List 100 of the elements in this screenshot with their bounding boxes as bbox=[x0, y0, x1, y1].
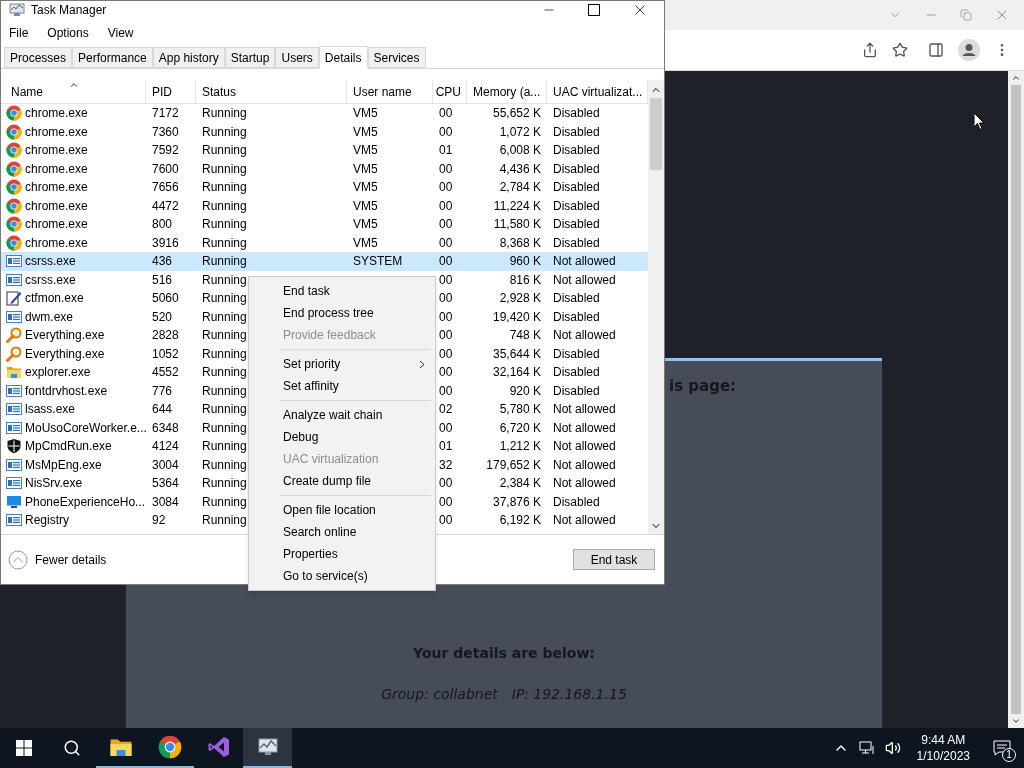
column-header[interactable]: Name bbox=[11, 82, 43, 101]
cpu-cell: 00 bbox=[439, 494, 453, 509]
memory-cell-text: 4,436 K bbox=[499, 160, 541, 178]
end-task-button[interactable]: End task bbox=[573, 549, 655, 570]
scroll-down-icon[interactable] bbox=[1011, 716, 1021, 726]
infinity-icon bbox=[206, 735, 231, 759]
star-icon[interactable] bbox=[892, 42, 908, 58]
uac-cell: Not allowed bbox=[553, 402, 616, 417]
menu-item[interactable]: Debug bbox=[249, 426, 435, 448]
chrome-icon bbox=[6, 234, 22, 251]
group-text: Group: collabnet bbox=[381, 684, 498, 704]
memory-cell-text: 960 K bbox=[509, 253, 541, 271]
column-header[interactable]: Memory (a... bbox=[473, 82, 541, 101]
fewer-details-link[interactable]: Fewer details bbox=[35, 550, 107, 569]
chrome-icon bbox=[6, 197, 22, 214]
status-cell: Running bbox=[202, 346, 247, 361]
status-cell: Running bbox=[202, 161, 247, 176]
cpu-cell: 00 bbox=[439, 272, 453, 287]
user-cell: VM5 bbox=[353, 217, 378, 232]
tab[interactable]: App history bbox=[152, 47, 225, 68]
menu-item[interactable]: Open file location bbox=[249, 499, 435, 521]
uac-cell: Disabled bbox=[553, 309, 600, 324]
tab[interactable]: Performance bbox=[72, 47, 153, 68]
uac-cell: Disabled bbox=[553, 161, 600, 176]
memory-cell-text: 2,384 K bbox=[499, 475, 541, 493]
user-cell: SYSTEM bbox=[353, 254, 403, 269]
cpu-cell: 00 bbox=[439, 420, 453, 435]
taskbar-app[interactable] bbox=[243, 728, 292, 768]
tab[interactable]: Details bbox=[318, 46, 368, 69]
column-header[interactable]: UAC virtualizat... bbox=[553, 82, 643, 101]
cpu-cell: 00 bbox=[439, 198, 453, 213]
scroll-up-icon[interactable] bbox=[1011, 73, 1021, 83]
process-name: NisSrv.exe bbox=[25, 475, 83, 493]
menu-item[interactable]: Search online bbox=[249, 521, 435, 543]
pid-cell: 7600 bbox=[152, 161, 179, 176]
column-header[interactable]: Status bbox=[202, 82, 237, 101]
pid-cell: 7592 bbox=[152, 143, 179, 158]
status-cell: Running bbox=[202, 309, 247, 324]
process-name: chrome.exe bbox=[25, 234, 88, 252]
volume-icon[interactable] bbox=[884, 740, 901, 756]
share-icon[interactable] bbox=[862, 42, 878, 58]
column-header[interactable]: User name bbox=[353, 82, 412, 101]
windows-logo-icon[interactable] bbox=[16, 740, 32, 756]
menu-item[interactable]: Options bbox=[47, 23, 89, 42]
pid-cell: 7656 bbox=[152, 180, 179, 195]
cpu-cell: 00 bbox=[439, 106, 453, 121]
pid-cell: 6348 bbox=[152, 420, 179, 435]
clock[interactable]: 9:44 AM 1/10/2023 bbox=[910, 732, 976, 764]
menu-item[interactable]: File bbox=[9, 23, 29, 42]
maximize-icon[interactable] bbox=[588, 4, 600, 16]
memory-cell-text: 11,224 K bbox=[493, 197, 541, 215]
menu-item[interactable]: End task bbox=[249, 280, 435, 302]
menu-item[interactable]: View bbox=[107, 23, 134, 42]
user-cell: VM5 bbox=[353, 161, 378, 176]
side-panel-icon[interactable] bbox=[928, 42, 944, 58]
scroll-thumb[interactable] bbox=[650, 98, 662, 170]
page-scrollbar[interactable] bbox=[1008, 71, 1024, 728]
uac-cell: Disabled bbox=[553, 235, 600, 250]
status-cell: Running bbox=[202, 217, 247, 232]
tab[interactable]: Services bbox=[367, 47, 426, 68]
menu-item[interactable]: Analyze wait chain bbox=[249, 404, 435, 426]
menu-item[interactable]: End process tree bbox=[249, 302, 435, 324]
tab[interactable]: Processes bbox=[4, 47, 73, 68]
cpu-cell: 01 bbox=[439, 143, 453, 158]
profile-icon[interactable] bbox=[958, 39, 980, 61]
status-cell: Running bbox=[202, 291, 247, 306]
process-name: explorer.exe bbox=[25, 364, 91, 382]
uac-cell: Not allowed bbox=[553, 272, 616, 287]
tab[interactable]: Startup bbox=[224, 47, 276, 68]
scroll-thumb[interactable] bbox=[1011, 85, 1021, 714]
search-icon[interactable] bbox=[63, 739, 81, 757]
scrollbar[interactable] bbox=[648, 80, 664, 534]
uac-cell: Disabled bbox=[553, 143, 600, 158]
status-cell: Running bbox=[202, 328, 247, 343]
process-name: chrome.exe bbox=[25, 216, 88, 234]
process-name: Everything.exe bbox=[25, 345, 105, 363]
menu-item[interactable]: Set affinity bbox=[249, 375, 435, 397]
chrome-icon bbox=[6, 123, 22, 140]
pid-cell: 436 bbox=[152, 254, 173, 269]
cpu-cell: 00 bbox=[439, 309, 453, 324]
process-name: csrss.exe bbox=[25, 271, 76, 289]
tab[interactable]: Users bbox=[275, 47, 319, 68]
column-header[interactable]: PID bbox=[152, 82, 172, 101]
monitor-chart-icon bbox=[9, 3, 25, 17]
process-row[interactable]: csrss.exe 436 Running SYSTEM 00 960 K Not allowed bbox=[1, 252, 648, 271]
memory-cell-text: 11,580 K bbox=[493, 216, 541, 234]
menu-item[interactable]: Go to service(s) bbox=[249, 565, 435, 587]
column-header[interactable]: CPU bbox=[435, 82, 461, 101]
menu-item[interactable]: Set priority bbox=[249, 353, 435, 375]
cpu-cell: 00 bbox=[439, 513, 453, 528]
status-cell: Running bbox=[202, 143, 247, 158]
pid-cell: 7360 bbox=[152, 124, 179, 139]
cpu-cell: 00 bbox=[439, 346, 453, 361]
status-cell: Running bbox=[202, 124, 247, 139]
notification-icon[interactable] bbox=[993, 740, 1011, 756]
network-icon[interactable] bbox=[858, 740, 875, 756]
card-heading: is page: bbox=[669, 377, 737, 395]
process-name: chrome.exe bbox=[25, 123, 88, 141]
cpu-cell: 00 bbox=[439, 291, 453, 306]
menu-item[interactable]: Properties bbox=[249, 543, 435, 565]
